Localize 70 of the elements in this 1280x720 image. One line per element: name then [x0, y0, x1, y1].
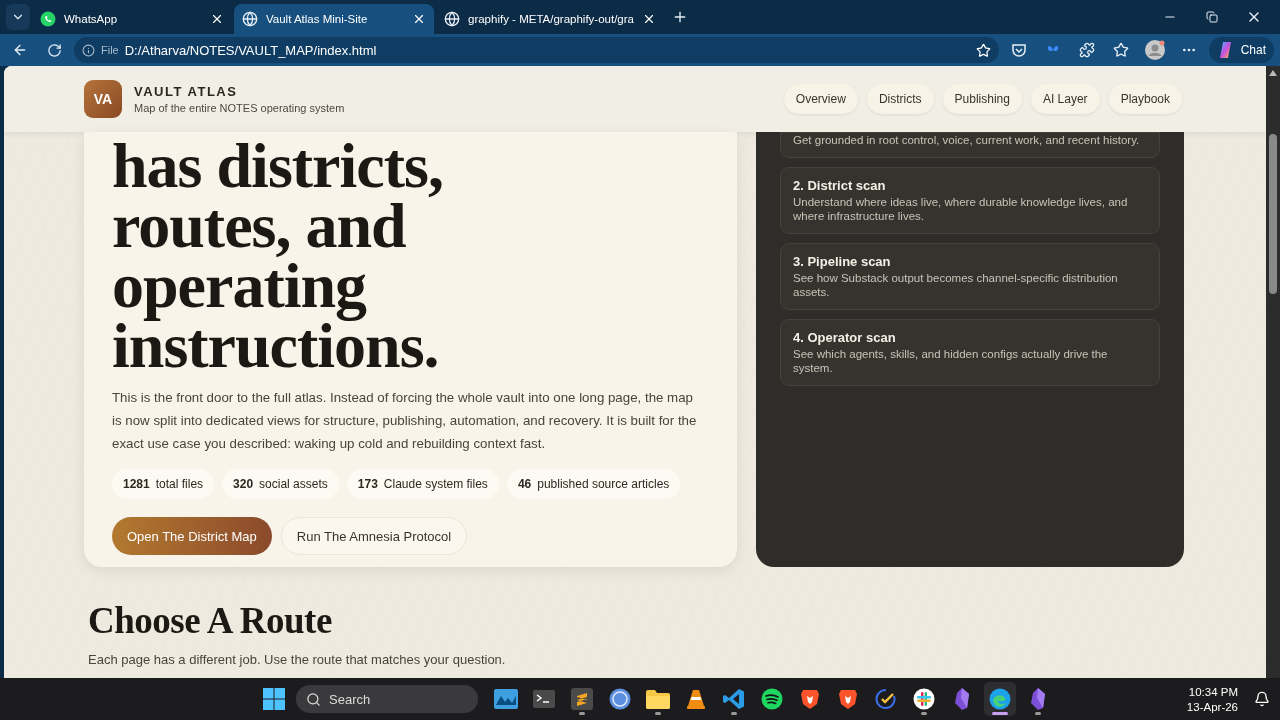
scan-description: See which agents, skills, and hidden configs actually drive the system.: [793, 347, 1109, 375]
browser-tab[interactable]: Vault Atlas Mini-Site: [234, 4, 434, 34]
scan-description: Get grounded in root control, voice, current work, and recent history.: [793, 133, 1141, 147]
stat-label: social assets: [259, 477, 328, 491]
search-icon: [306, 691, 321, 707]
hash-logo-icon: [913, 688, 935, 710]
nav-link[interactable]: Overview: [783, 84, 858, 114]
clock-time: 10:34 PM: [1188, 685, 1238, 698]
amnesia-protocol-button[interactable]: Run The Amnesia Protocol: [280, 517, 468, 555]
scan-title: 4. Operator scan: [793, 330, 897, 345]
close-icon[interactable]: [210, 12, 224, 26]
browser-tab[interactable]: graphify - META/graphify-out/gra: [436, 4, 664, 34]
scrollbar-thumb[interactable]: [1269, 134, 1277, 294]
info-icon[interactable]: [82, 43, 95, 57]
scheme-label: File: [101, 44, 119, 56]
stat-value: 1281: [123, 477, 150, 491]
scan-description: Understand where ideas live, where durable knowledge lives, and where infrastructure lives.: [793, 195, 1129, 223]
section-text: Each page has a different job. Use the route that matches your question.: [88, 652, 507, 667]
stat-label: Claude system files: [383, 477, 488, 491]
url-text: D:/Atharva/NOTES/VAULT_MAP/index.html: [124, 42, 377, 58]
stat-value: 173: [357, 477, 378, 491]
site-logo[interactable]: VA: [84, 80, 122, 118]
stat-label: published source articles: [537, 477, 670, 491]
address-field[interactable]: File D:/Atharva/NOTES/VAULT_MAP/index.html: [74, 37, 999, 63]
taskbar-search-field[interactable]: Search: [296, 685, 478, 713]
clock-date: 13-Apr-26: [1186, 700, 1238, 713]
gem-icon: [953, 688, 971, 710]
globe-icon: [242, 11, 258, 27]
stat-value: 320: [233, 477, 254, 491]
swirl-icon: [989, 688, 1011, 710]
browser-tab[interactable]: WhatsApp: [32, 4, 232, 34]
notification-icon[interactable]: [1254, 691, 1270, 707]
site-title: VAULT ATLAS: [134, 84, 239, 99]
phone-bubble-icon: [40, 11, 56, 27]
nav-link[interactable]: Playbook: [1108, 84, 1182, 114]
shield-icon: [838, 688, 858, 710]
close-icon[interactable]: [412, 12, 426, 26]
scan-title: 2. District scan: [793, 178, 887, 193]
cone-icon: [685, 688, 707, 710]
shield-icon: [800, 688, 820, 710]
hero-headline: has districts, routes, and operating instructions.: [112, 136, 444, 376]
stat-value: 46: [517, 477, 532, 491]
taskbar-app-button[interactable]: [984, 682, 1016, 716]
restore-icon: [1206, 11, 1218, 23]
sound-waves-icon: [761, 688, 783, 710]
scan-title: 3. Pipeline scan: [793, 254, 892, 269]
nav-link[interactable]: Publishing: [942, 84, 1022, 114]
scroll-up-arrow-icon[interactable]: [1269, 70, 1277, 76]
circle-app-icon: [609, 688, 631, 710]
nav-link[interactable]: Districts: [866, 84, 934, 114]
chart-icon: [494, 689, 518, 709]
globe-icon: [444, 11, 460, 27]
star-icon[interactable]: [975, 42, 991, 58]
terminal-icon: [533, 690, 555, 708]
chat-button[interactable]: Chat: [1208, 37, 1274, 63]
section-heading: Choose A Route: [88, 599, 333, 642]
reload-icon: [46, 42, 62, 58]
gem-icon: [1029, 688, 1047, 710]
folder-icon: [646, 689, 670, 709]
site-subtitle: Map of the entire NOTES operating system: [134, 102, 345, 114]
scrollbar[interactable]: [1266, 66, 1280, 678]
district-map-button[interactable]: Open The District Map: [112, 517, 272, 555]
stripes-tile-icon: [571, 688, 593, 710]
scan-description: See how Substack output becomes channel-specific distribution assets.: [793, 271, 1119, 299]
tab-list-button[interactable]: [6, 4, 30, 30]
hero-intro: This is the front door to the full atlas. Instead of forcing the whole vault into one long page, the map is now split into dedicated views for structure, publishing, automation, and recovery. It is built for the exact use case you described: waking up cold and rebuilding context fast.: [112, 389, 698, 453]
stat-label: total files: [155, 477, 204, 491]
check-circle-icon: [875, 688, 897, 710]
nav-link[interactable]: AI Layer: [1030, 84, 1100, 114]
code-editor-icon: [723, 688, 745, 710]
